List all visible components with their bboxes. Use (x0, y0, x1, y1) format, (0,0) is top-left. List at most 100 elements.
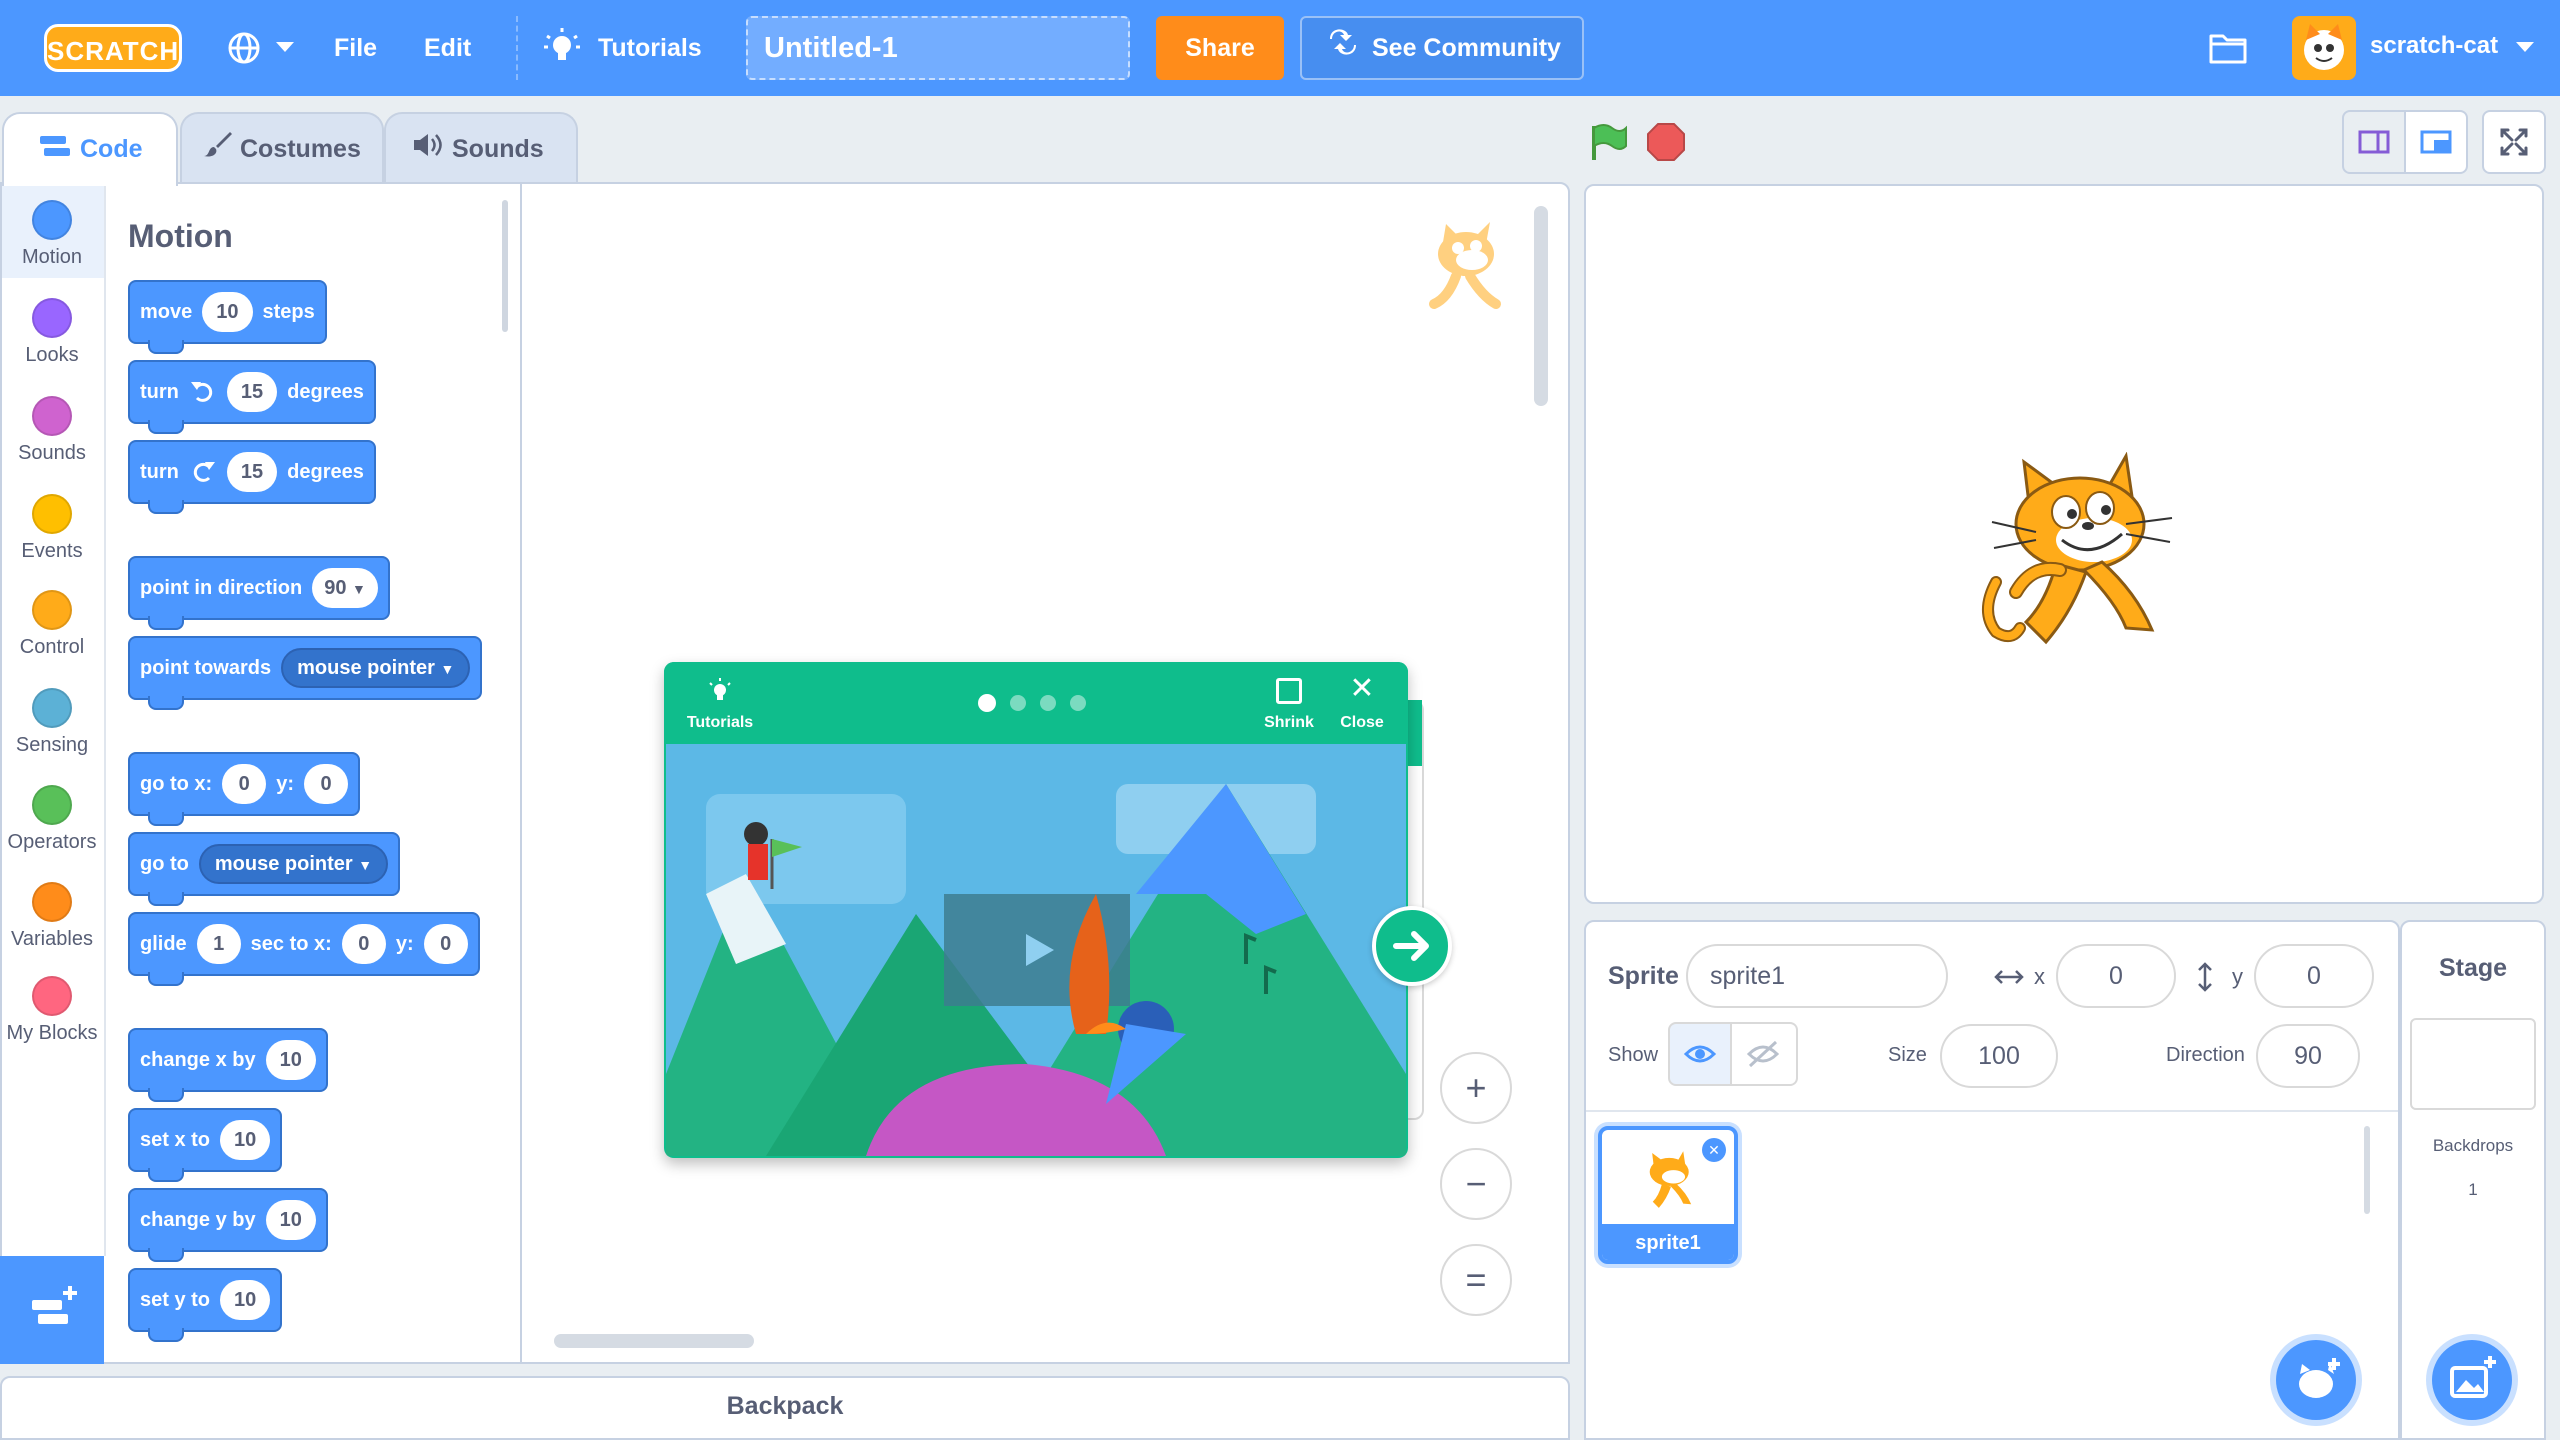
category-looks[interactable]: Looks (0, 298, 104, 367)
go-to-xy-block[interactable]: go to x: 0 y: 0 (128, 752, 361, 826)
zoom-reset-button[interactable]: = (1440, 1244, 1512, 1316)
project-title-input[interactable]: Untitled-1 (746, 16, 1130, 80)
chevron-down-icon[interactable] (276, 42, 294, 52)
tab-costumes-label: Costumes (240, 135, 361, 163)
workspace-horizontal-scrollbar[interactable] (554, 1334, 754, 1348)
variables-dot-icon (32, 882, 72, 922)
tab-code[interactable]: Code (2, 112, 178, 186)
step-dot[interactable] (978, 694, 996, 712)
my-stuff-folder-icon[interactable] (2208, 30, 2248, 66)
see-community-label: See Community (1372, 34, 1561, 62)
category-label: Events (21, 540, 83, 562)
stage-thumbnail[interactable] (2410, 1018, 2536, 1110)
category-sounds[interactable]: Sounds (0, 396, 104, 465)
choose-backdrop-button[interactable] (2432, 1340, 2512, 1420)
account-chevron-down-icon[interactable] (2516, 42, 2534, 52)
show-visible-button[interactable] (1668, 1022, 1732, 1086)
category-motion[interactable]: Motion (0, 200, 104, 269)
category-operators[interactable]: Operators (0, 785, 104, 854)
category-my-blocks[interactable]: My Blocks (0, 976, 104, 1045)
turn-left-block[interactable]: turn 15 degrees (128, 360, 376, 434)
set-y-block[interactable]: set y to 10 (128, 1268, 283, 1342)
show-hidden-button[interactable] (1732, 1022, 1798, 1086)
scratch-cat-sprite[interactable] (1976, 451, 2176, 662)
step-dot[interactable] (1070, 695, 1086, 711)
glide-block[interactable]: glide 1 sec to x: 0 y: 0 (128, 912, 480, 986)
community-icon (1328, 19, 1358, 79)
close-icon[interactable]: ✕ (1347, 674, 1377, 704)
category-label: Looks (25, 344, 79, 366)
tab-costumes[interactable]: Costumes (180, 112, 384, 184)
share-button[interactable]: Share (1156, 16, 1284, 80)
see-community-button[interactable]: See Community (1300, 16, 1584, 80)
events-dot-icon (32, 494, 72, 534)
avatar[interactable] (2292, 16, 2356, 80)
category-label: Motion (21, 246, 83, 268)
small-stage-button[interactable] (2342, 110, 2406, 174)
tab-sounds[interactable]: Sounds (384, 112, 578, 184)
backdrops-label: Backdrops (2432, 1136, 2514, 1155)
rotate-left-icon (190, 382, 213, 402)
brush-icon (204, 115, 232, 185)
change-y-block[interactable]: change y by 10 (128, 1188, 328, 1262)
tab-sounds-label: Sounds (452, 135, 544, 163)
tutorial-card-tutorials-label[interactable]: Tutorials (684, 714, 756, 732)
step-dot[interactable] (1010, 695, 1026, 711)
workspace-vertical-scrollbar[interactable] (1534, 206, 1548, 406)
tutorial-step-dots[interactable] (978, 694, 1098, 712)
category-events[interactable]: Events (0, 494, 104, 563)
shrink-button-label[interactable]: Shrink (1260, 714, 1318, 732)
globe-icon[interactable] (226, 30, 262, 66)
close-button-label[interactable]: Close (1336, 714, 1388, 732)
file-menu[interactable]: File (334, 0, 377, 96)
username-label[interactable]: scratch-cat (2370, 0, 2498, 92)
next-step-button[interactable] (1372, 906, 1452, 986)
sprite-name-input[interactable]: sprite1 (1686, 944, 1948, 1008)
direction-input[interactable]: 90 (2256, 1024, 2360, 1088)
category-control[interactable]: Control (0, 590, 104, 659)
lightbulb-icon[interactable] (544, 28, 580, 68)
category-label: My Blocks (6, 1022, 98, 1044)
category-label: Sounds (18, 442, 86, 464)
eye-slash-icon (1746, 1040, 1780, 1068)
tutorials-menu[interactable]: Tutorials (598, 0, 702, 96)
size-input[interactable]: 100 (1940, 1024, 2058, 1088)
backpack-label[interactable]: Backpack (0, 1392, 1570, 1421)
edit-menu[interactable]: Edit (424, 0, 471, 96)
move-steps-block[interactable]: move 10 steps (128, 280, 327, 354)
point-in-direction-block[interactable]: point in direction 90 ▼ (128, 556, 390, 630)
zoom-in-button[interactable]: + (1440, 1052, 1512, 1124)
sprite-list-scrollbar[interactable] (2364, 1126, 2370, 1214)
add-extension-button[interactable] (0, 1256, 104, 1364)
sprite-thumbnail-cat-icon (1636, 1150, 1700, 1214)
x-label: x (2034, 964, 2045, 989)
change-x-block[interactable]: change x by 10 (128, 1028, 328, 1102)
category-variables[interactable]: Variables (0, 882, 104, 951)
go-to-block[interactable]: go to mouse pointer ▼ (128, 832, 401, 906)
vertical-arrows-icon (2194, 962, 2216, 992)
x-position-input[interactable]: 0 (2056, 944, 2176, 1008)
point-towards-block[interactable]: point towards mouse pointer ▼ (128, 636, 483, 710)
stage-pane-title: Stage (2438, 954, 2508, 982)
backdrops-count: 1 (2468, 1180, 2478, 1199)
speaker-icon (412, 115, 444, 185)
delete-sprite-close-icon[interactable]: ✕ (1702, 1138, 1726, 1162)
stop-icon[interactable] (1646, 122, 1686, 162)
large-stage-icon (2420, 130, 2452, 154)
tutorial-video-thumbnail[interactable] (666, 744, 1406, 1156)
zoom-out-button[interactable]: − (1440, 1148, 1512, 1220)
y-position-input[interactable]: 0 (2254, 944, 2374, 1008)
step-dot[interactable] (1040, 695, 1056, 711)
category-sensing[interactable]: Sensing (0, 688, 104, 757)
sensing-dot-icon (32, 688, 72, 728)
palette-scrollbar[interactable] (502, 200, 508, 332)
shrink-icon[interactable] (1276, 678, 1302, 704)
size-label: Size (1888, 1044, 1927, 1066)
fullscreen-button[interactable] (2482, 110, 2546, 174)
choose-sprite-button[interactable] (2276, 1340, 2356, 1420)
set-x-block[interactable]: set x to 10 (128, 1108, 283, 1182)
scratch-logo[interactable]: SCRATCH (44, 24, 182, 72)
turn-right-block[interactable]: turn 15 degrees (128, 440, 376, 514)
green-flag-icon[interactable] (1588, 122, 1628, 162)
large-stage-button[interactable] (2404, 110, 2468, 174)
